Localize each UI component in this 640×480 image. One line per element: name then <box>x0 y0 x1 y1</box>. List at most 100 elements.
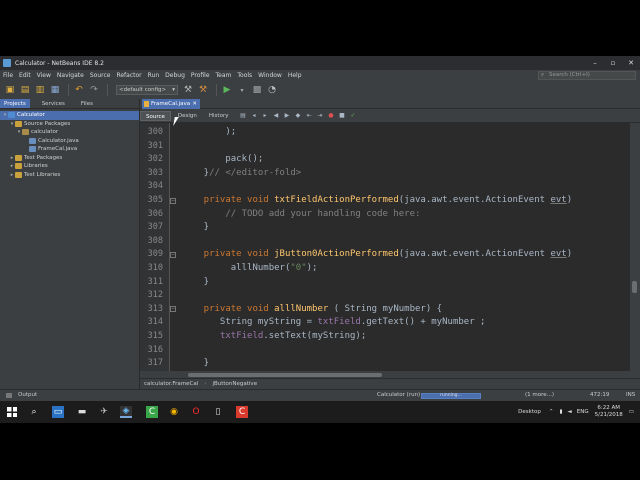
tab-history[interactable]: History <box>204 111 234 121</box>
file-explorer-icon[interactable]: ▬ <box>76 406 88 418</box>
tree-item[interactable]: FrameCal.java <box>0 145 139 154</box>
run-dropdown-icon[interactable]: ▾ <box>236 84 248 96</box>
tab-services[interactable]: Services <box>38 99 69 108</box>
last-edit-icon[interactable]: ▤ <box>239 112 246 119</box>
search-input[interactable]: ⌕ Search (Ctrl+I) <box>538 71 636 80</box>
macro-record-icon[interactable]: ● <box>327 112 334 119</box>
menu-window[interactable]: Window <box>258 72 282 79</box>
output-tab[interactable]: Output <box>18 392 37 398</box>
profile-icon[interactable]: ◔ <box>266 84 278 96</box>
document-icon[interactable]: ▯ <box>212 406 224 418</box>
run-icon[interactable]: ▶ <box>221 84 233 96</box>
tree-item[interactable]: ▸ Libraries <box>0 162 139 171</box>
clock[interactable]: 6:22 AM 5/21/2018 <box>595 405 623 418</box>
toggle-highlight-icon[interactable]: ◆ <box>294 112 301 119</box>
tree-item[interactable]: ▾ Calculator <box>0 111 139 120</box>
code-fold-icon[interactable]: − <box>170 306 176 313</box>
code-line[interactable]: private void jButton0ActionPerformed(jav… <box>182 248 572 262</box>
minimize-button[interactable]: – <box>586 59 604 67</box>
opera-icon[interactable]: O <box>190 406 202 418</box>
editor-vertical-scrollbar[interactable] <box>630 123 640 371</box>
undo-icon[interactable]: ↶ <box>73 84 85 96</box>
build-hammer-icon[interactable]: ⚒ <box>182 84 194 96</box>
comment-icon[interactable]: ✓ <box>349 112 356 119</box>
code-fold-icon[interactable]: − <box>170 251 176 258</box>
code-line[interactable]: }// </editor-fold> <box>182 167 302 181</box>
shift-right-icon[interactable]: ⇥ <box>316 112 323 119</box>
menu-view[interactable]: View <box>37 72 51 79</box>
recorder-icon[interactable]: C <box>236 406 248 418</box>
maximize-button[interactable]: ▫ <box>604 59 622 67</box>
language-indicator[interactable]: ENG <box>577 409 589 415</box>
macro-stop-icon[interactable]: ■ <box>338 112 345 119</box>
redo-icon[interactable]: ↷ <box>88 84 100 96</box>
find-next-icon[interactable]: ▶ <box>283 112 290 119</box>
app-icon[interactable]: ✈ <box>98 406 110 418</box>
debug-icon[interactable]: ▩ <box>251 84 263 96</box>
camtasia-icon[interactable]: C <box>146 406 158 418</box>
editor-tab-framecal[interactable]: FrameCal.java ✕ <box>142 99 200 109</box>
code-line[interactable]: } <box>182 357 209 371</box>
code-line[interactable]: String myString = txtField.getText() + m… <box>182 316 486 330</box>
code-fold-icon[interactable]: − <box>170 197 176 204</box>
menu-debug[interactable]: Debug <box>165 72 185 79</box>
scrollbar-thumb[interactable] <box>188 373 382 377</box>
code-line[interactable]: } <box>182 221 209 235</box>
tab-projects[interactable]: Projects <box>0 99 30 108</box>
tree-item[interactable]: ▸ Test Libraries <box>0 171 139 180</box>
network-icon[interactable]: ▮ <box>559 409 562 415</box>
menu-run[interactable]: Run <box>148 72 160 79</box>
menu-source[interactable]: Source <box>90 72 111 79</box>
menu-help[interactable]: Help <box>288 72 302 79</box>
clean-build-icon[interactable]: ⚒ <box>197 84 209 96</box>
back-icon[interactable]: ◂ <box>250 112 257 119</box>
breadcrumb-class[interactable]: calculator.FrameCal <box>144 381 198 387</box>
menu-file[interactable]: File <box>3 72 13 79</box>
code-editor[interactable]: 300 301 302 303 304 305 306 307 308 309 310 311 312 3… <box>140 123 630 371</box>
menu-team[interactable]: Team <box>216 72 232 79</box>
forward-icon[interactable]: ▸ <box>261 112 268 119</box>
tab-files[interactable]: Files <box>77 99 97 108</box>
code-line[interactable]: private void alllNumber ( String myNumbe… <box>182 303 442 317</box>
code-line[interactable]: txtField.setText(myString); <box>182 330 366 344</box>
line-number: 314 <box>147 317 163 328</box>
explorer-icon[interactable]: ▭ <box>52 406 64 418</box>
chrome-icon[interactable]: ◉ <box>168 406 180 418</box>
scrollbar-thumb[interactable] <box>632 281 637 293</box>
netbeans-taskbar-icon[interactable]: ◈ <box>120 406 132 418</box>
desktop-toolbar-label[interactable]: Desktop <box>518 409 541 415</box>
menu-navigate[interactable]: Navigate <box>57 72 84 79</box>
menu-tools[interactable]: Tools <box>237 72 252 79</box>
windows-start-icon[interactable] <box>6 406 18 418</box>
search-icon[interactable]: ⌕ <box>28 406 40 418</box>
code-line[interactable]: private void txtFieldActionPerformed(jav… <box>182 194 572 208</box>
new-file-icon[interactable]: ▤ <box>19 84 31 96</box>
code-line[interactable]: } <box>182 276 209 290</box>
tray-arrow-icon[interactable]: ⌃ <box>549 409 554 415</box>
find-previous-icon[interactable]: ◀ <box>272 112 279 119</box>
tab-source[interactable]: Source <box>140 110 171 121</box>
open-project-icon[interactable]: ▥ <box>34 84 46 96</box>
new-project-icon[interactable]: ▣ <box>4 84 16 96</box>
code-line[interactable]: // TODO add your handling code here: <box>182 208 420 222</box>
tree-item[interactable]: ▸ Test Packages <box>0 154 139 163</box>
menu-refactor[interactable]: Refactor <box>116 72 141 79</box>
close-icon[interactable]: ✕ <box>192 99 197 109</box>
breadcrumb-member[interactable]: jButtonNegative <box>212 381 257 387</box>
config-select[interactable]: <default config> ▾ <box>116 85 178 95</box>
shift-left-icon[interactable]: ⇤ <box>305 112 312 119</box>
tree-item[interactable]: Calculator.java <box>0 137 139 146</box>
tree-item[interactable]: ▾ calculator <box>0 128 139 137</box>
editor-horizontal-scrollbar[interactable] <box>140 371 630 378</box>
save-all-icon[interactable]: ▦ <box>49 84 61 96</box>
more-tasks-link[interactable]: (1 more...) <box>525 392 554 398</box>
code-line[interactable]: pack(); <box>182 153 263 167</box>
volume-icon[interactable]: ◄ <box>568 409 572 415</box>
close-button[interactable]: ✕ <box>622 59 640 67</box>
menu-profile[interactable]: Profile <box>191 72 210 79</box>
code-line[interactable]: ); <box>182 126 236 140</box>
notifications-icon[interactable]: ▭ <box>629 409 634 415</box>
tree-item[interactable]: ▾ Source Packages <box>0 120 139 129</box>
menu-edit[interactable]: Edit <box>19 72 31 79</box>
code-line[interactable]: alllNumber("0"); <box>182 262 318 276</box>
